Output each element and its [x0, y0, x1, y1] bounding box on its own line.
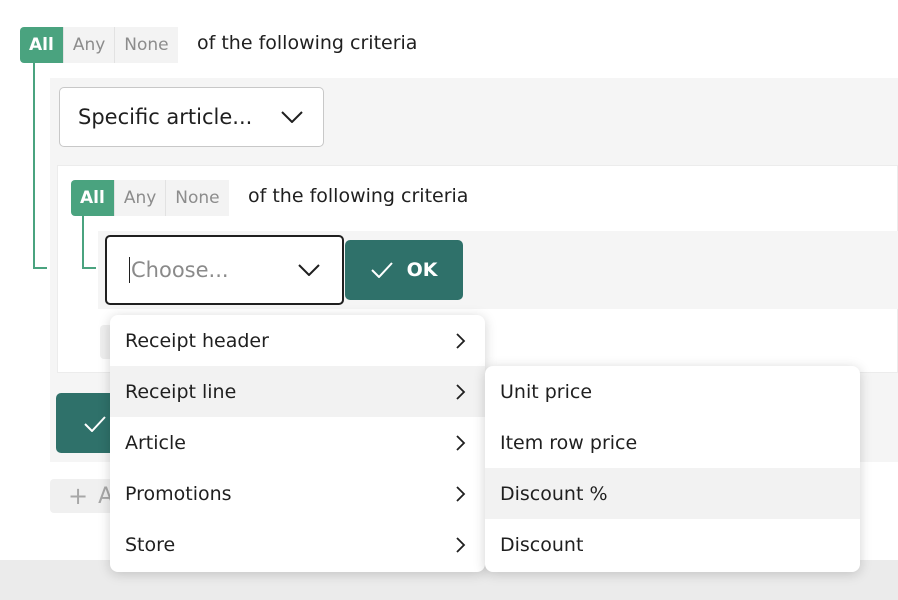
- top-mode-none[interactable]: None: [115, 27, 178, 63]
- submenu-item-label: Discount: [500, 533, 584, 556]
- checkmark-icon: [370, 262, 393, 278]
- chevron-right-icon: [456, 332, 466, 349]
- menu-item-label: Article: [125, 431, 186, 454]
- chevron-right-icon: [456, 536, 466, 553]
- menu-item-label: Promotions: [125, 482, 232, 505]
- chevron-down-icon: [298, 264, 320, 276]
- article-scope-value: Specific article...: [78, 105, 253, 129]
- submenu-item-discount[interactable]: Discount: [485, 519, 860, 570]
- inner-match-mode-toggle: All Any None: [71, 180, 229, 216]
- inner-tree-connector-horizontal: [82, 267, 96, 269]
- checkmark-icon: [84, 416, 106, 432]
- top-mode-all[interactable]: All: [20, 27, 64, 63]
- criteria-type-select[interactable]: Choose...: [105, 235, 344, 305]
- criteria-type-menu: Receipt header Receipt line Article Prom…: [110, 315, 485, 572]
- inner-tree-connector-vertical: [82, 213, 84, 269]
- tree-connector-vertical: [33, 60, 35, 268]
- menu-item-receipt-header[interactable]: Receipt header: [110, 315, 485, 366]
- criteria-type-placeholder: Choose...: [131, 258, 229, 282]
- menu-item-label: Store: [125, 533, 176, 556]
- menu-item-label: Receipt line: [125, 380, 237, 403]
- menu-item-article[interactable]: Article: [110, 417, 485, 468]
- ok-button[interactable]: OK: [345, 240, 463, 300]
- inner-mode-any[interactable]: Any: [114, 180, 167, 216]
- menu-item-store[interactable]: Store: [110, 519, 485, 570]
- ok-button-label: OK: [406, 259, 438, 281]
- menu-item-receipt-line[interactable]: Receipt line: [110, 366, 485, 417]
- menu-item-label: Receipt header: [125, 329, 269, 352]
- submenu-item-discount-percent[interactable]: Discount %: [485, 468, 860, 519]
- inner-mode-none[interactable]: None: [166, 180, 229, 216]
- text-caret: [129, 257, 130, 283]
- submenu-item-item-row-price[interactable]: Item row price: [485, 417, 860, 468]
- chevron-right-icon: [456, 434, 466, 451]
- submenu-item-unit-price[interactable]: Unit price: [485, 366, 860, 417]
- plus-icon: +: [68, 482, 89, 510]
- tree-connector-horizontal: [33, 267, 47, 269]
- submenu-item-label: Unit price: [500, 380, 593, 403]
- submenu-item-label: Item row price: [500, 431, 638, 454]
- chevron-down-icon: [281, 111, 303, 123]
- article-scope-select[interactable]: Specific article...: [59, 87, 324, 147]
- submenu-item-label: Discount %: [500, 482, 608, 505]
- menu-item-promotions[interactable]: Promotions: [110, 468, 485, 519]
- inner-mode-all[interactable]: All: [71, 180, 115, 216]
- receipt-line-submenu: Unit price Item row price Discount % Dis…: [485, 366, 860, 572]
- chevron-right-icon: [456, 485, 466, 502]
- inner-criteria-label: of the following criteria: [248, 185, 469, 207]
- top-match-mode-toggle: All Any None: [20, 27, 178, 63]
- top-mode-any[interactable]: Any: [63, 27, 116, 63]
- chevron-right-icon: [456, 383, 466, 400]
- top-criteria-label: of the following criteria: [197, 32, 418, 54]
